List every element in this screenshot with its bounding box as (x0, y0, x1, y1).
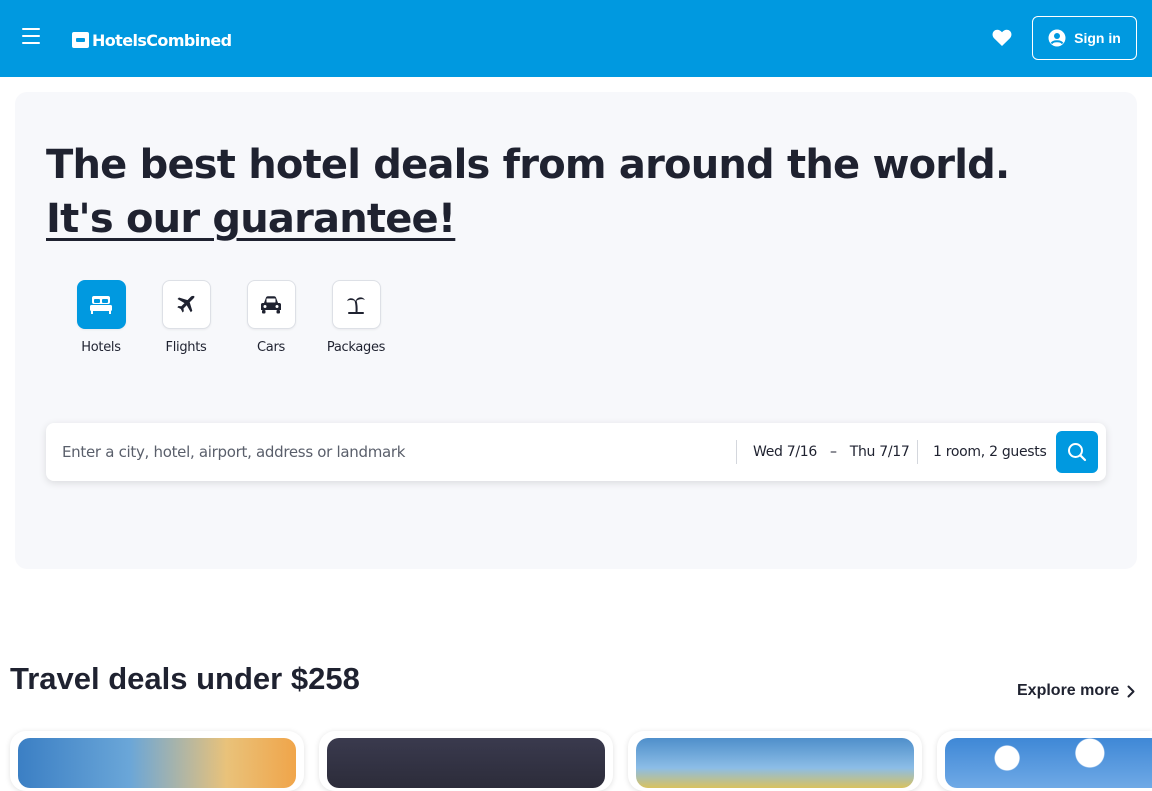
deal-image (945, 738, 1152, 788)
vertical-tabs: Hotels Flights Cars Packages (59, 280, 399, 355)
tab-label: Hotels (81, 340, 121, 355)
tab-hotels[interactable]: Hotels (59, 280, 143, 355)
tab-label: Packages (326, 340, 386, 355)
logo[interactable]: HotelsCombined (72, 29, 232, 51)
plane-icon (161, 280, 211, 329)
bed-icon (76, 280, 126, 329)
hero-section: The best hotel deals from around the wor… (15, 92, 1137, 569)
divider (736, 440, 737, 464)
deal-image (18, 738, 296, 788)
tab-flights[interactable]: Flights (144, 280, 228, 355)
car-icon (246, 280, 296, 329)
checkin-date: Wed 7/16 (753, 444, 818, 460)
search-button[interactable] (1056, 431, 1098, 473)
top-navigation-bar: HotelsCombined Sign in (0, 0, 1152, 77)
date-separator: – (830, 444, 837, 460)
deal-card[interactable] (628, 731, 922, 791)
tab-packages[interactable]: Packages (314, 280, 398, 355)
guests-selector[interactable]: 1 room, 2 guests (933, 423, 1047, 481)
heart-icon[interactable] (992, 29, 1014, 49)
search-icon (1068, 443, 1087, 462)
sign-in-label: Sign in (1074, 30, 1121, 46)
deals-heading: Travel deals under $258 (10, 661, 360, 696)
deal-card[interactable] (10, 731, 304, 791)
deal-card[interactable] (319, 731, 613, 791)
deal-image (636, 738, 914, 788)
guests-label: 1 room, 2 guests (933, 444, 1047, 460)
hamburger-menu-icon[interactable] (22, 28, 44, 48)
explore-more-label: Explore more (1017, 682, 1120, 699)
logo-mark-icon (72, 32, 89, 48)
palm-tree-icon (331, 280, 381, 329)
sign-in-button[interactable]: Sign in (1032, 16, 1137, 60)
deal-image (327, 738, 605, 788)
tab-cars[interactable]: Cars (229, 280, 313, 355)
destination-search-input[interactable] (46, 423, 736, 481)
date-range-picker[interactable]: Wed 7/16 – Thu 7/17 (753, 423, 910, 481)
search-form: Wed 7/16 – Thu 7/17 1 room, 2 guests (46, 423, 1106, 481)
brand-name: HotelsCombined (92, 30, 232, 50)
explore-more-link[interactable]: Explore more (1017, 682, 1135, 700)
tab-label: Cars (257, 340, 285, 355)
user-avatar-icon (1048, 29, 1066, 47)
headline-text: The best hotel deals from around the wor… (46, 142, 1010, 188)
deal-card[interactable] (937, 731, 1152, 791)
page-title: The best hotel deals from around the wor… (46, 138, 1046, 246)
chevron-right-icon (1127, 685, 1135, 697)
tab-label: Flights (165, 340, 207, 355)
guarantee-link[interactable]: It's our guarantee! (46, 196, 456, 242)
divider (917, 440, 918, 464)
checkout-date: Thu 7/17 (849, 444, 910, 460)
